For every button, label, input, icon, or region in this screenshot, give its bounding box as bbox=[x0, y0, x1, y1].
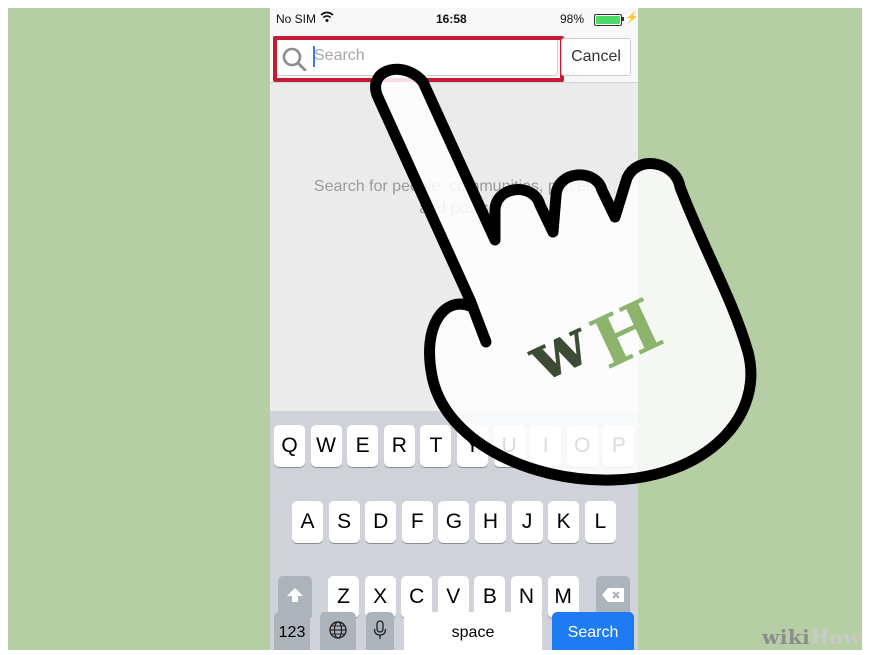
shift-arrow-icon bbox=[286, 585, 304, 609]
search-hint-line-2: and posts bbox=[419, 200, 489, 217]
key-h[interactable]: H bbox=[475, 501, 506, 543]
clock: 16:58 bbox=[436, 12, 467, 26]
key-w[interactable]: W bbox=[310, 425, 342, 467]
status-bar: No SIM 16:58 98% ⚡ bbox=[270, 8, 638, 30]
search-hint: Search for people, communities, places a… bbox=[270, 176, 638, 220]
carrier-label: No SIM bbox=[276, 12, 317, 26]
tutorial-illustration: No SIM 16:58 98% ⚡ Search Cancel Search … bbox=[0, 0, 870, 655]
key-s[interactable]: S bbox=[328, 501, 360, 543]
key-l[interactable]: L bbox=[584, 501, 616, 543]
key-e[interactable]: E bbox=[347, 425, 379, 467]
mic-key[interactable] bbox=[366, 612, 394, 650]
key-a[interactable]: A bbox=[292, 501, 323, 543]
backspace-icon bbox=[601, 585, 625, 609]
magnifier-icon bbox=[282, 47, 308, 76]
search-placeholder: Search bbox=[314, 47, 365, 64]
globe-icon bbox=[328, 620, 348, 646]
watermark-part-1: wiki bbox=[762, 625, 811, 649]
key-k[interactable]: K bbox=[548, 501, 580, 543]
battery-percent: 98% bbox=[560, 12, 585, 26]
key-u[interactable]: U bbox=[493, 425, 525, 467]
search-key[interactable]: Search bbox=[552, 612, 634, 650]
cancel-button[interactable]: Cancel bbox=[561, 38, 631, 76]
battery-tip bbox=[622, 17, 624, 21]
watermark: wikiHow bbox=[762, 625, 861, 649]
search-hint-line-1: Search for people, communities, places bbox=[313, 178, 595, 195]
globe-key[interactable] bbox=[320, 612, 356, 650]
key-d[interactable]: D bbox=[365, 501, 397, 543]
space-key[interactable]: space bbox=[404, 612, 542, 650]
watermark-part-2: How bbox=[810, 625, 862, 649]
key-t[interactable]: T bbox=[420, 425, 452, 467]
battery-icon bbox=[594, 14, 622, 26]
key-g[interactable]: G bbox=[438, 501, 470, 543]
key-y[interactable]: Y bbox=[457, 425, 488, 467]
microphone-icon bbox=[373, 620, 387, 646]
key-j[interactable]: J bbox=[511, 501, 543, 543]
search-bar: Search Cancel bbox=[270, 30, 638, 83]
key-r[interactable]: R bbox=[383, 425, 415, 467]
key-q[interactable]: Q bbox=[274, 425, 305, 467]
phone-screen: No SIM 16:58 98% ⚡ Search Cancel Search … bbox=[270, 8, 638, 650]
charging-bolt-icon: ⚡ bbox=[625, 12, 638, 24]
keyboard: QWERTYUIOP ASDFGHJKL ZXCVBNM 123 space S… bbox=[270, 411, 638, 650]
key-i[interactable]: I bbox=[530, 425, 562, 467]
key-o[interactable]: O bbox=[566, 425, 598, 467]
wifi-icon bbox=[320, 11, 334, 26]
key-p[interactable]: P bbox=[603, 425, 635, 467]
key-f[interactable]: F bbox=[401, 501, 433, 543]
numbers-key[interactable]: 123 bbox=[274, 612, 310, 650]
